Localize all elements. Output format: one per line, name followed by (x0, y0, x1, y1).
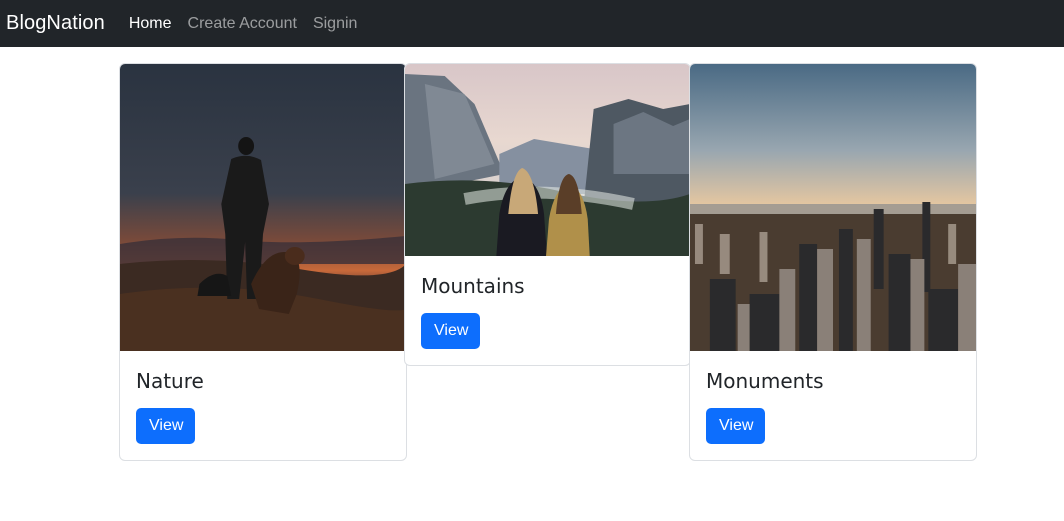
top-navbar: BlogNation Home Create Account Signin (0, 0, 1064, 47)
card-title: Nature (136, 369, 204, 393)
nav-create-account-link[interactable]: Create Account (188, 15, 297, 33)
view-button-mountains[interactable]: View (421, 313, 481, 349)
card-mountains: Mountains View (404, 63, 691, 366)
card-body-nature: Nature View (120, 351, 406, 460)
nav-home-link[interactable]: Home (129, 15, 172, 33)
card-title: Monuments (706, 369, 824, 393)
card-title: Mountains (421, 274, 525, 298)
view-button-nature[interactable]: View (136, 408, 196, 444)
card-image-monuments (690, 64, 976, 351)
card-nature: Nature View (119, 63, 407, 461)
card-monuments: Monuments View (689, 63, 977, 461)
nav-signin-link[interactable]: Signin (313, 15, 357, 33)
card-body-monuments: Monuments View (690, 351, 976, 460)
view-button-monuments[interactable]: View (706, 408, 766, 444)
card-body-mountains: Mountains View (405, 256, 690, 365)
card-image-mountains (405, 64, 690, 256)
brand-logo[interactable]: BlogNation (6, 12, 105, 35)
card-image-nature (120, 64, 406, 351)
